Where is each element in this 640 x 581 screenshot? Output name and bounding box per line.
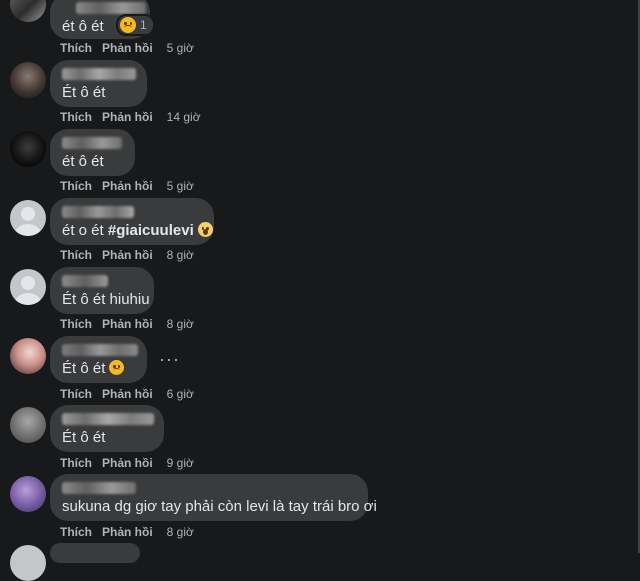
comment-actions: Thích Phản hồi 5 giờ — [60, 179, 204, 193]
comment-item: sukuna dg giơ tay phải còn levi là tay t… — [0, 474, 640, 543]
comment-text: ét o ét #giaicuulevi — [62, 221, 213, 241]
comment-text: sukuna dg giơ tay phải còn levi là tay t… — [62, 498, 377, 515]
avatar[interactable] — [10, 0, 46, 22]
comment-bubble: sukuna dg giơ tay phải còn levi là tay t… — [50, 474, 377, 521]
reply-button[interactable]: Phản hồi — [102, 525, 153, 539]
like-button[interactable]: Thích — [60, 317, 92, 331]
author-name-blurred[interactable] — [62, 68, 136, 80]
author-name-blurred[interactable] — [62, 275, 108, 287]
comment-actions: Thích Phản hồi 8 giờ — [60, 525, 204, 539]
avatar[interactable] — [10, 62, 46, 98]
comment-item — [0, 543, 640, 581]
timestamp[interactable]: 8 giờ — [167, 317, 194, 331]
reaction-count: 1 — [140, 18, 147, 32]
timestamp[interactable]: 8 giờ — [167, 525, 194, 539]
comment-text: Ét ô ét — [62, 359, 135, 379]
reply-button[interactable]: Phản hồi — [102, 317, 153, 331]
reply-button[interactable]: Phản hồi — [102, 41, 153, 55]
author-name-blurred[interactable] — [62, 137, 122, 149]
default-avatar-icon — [15, 276, 41, 305]
timestamp[interactable]: 6 giờ — [167, 387, 194, 401]
like-button[interactable]: Thích — [60, 456, 92, 470]
comment-text: ét ô ét — [62, 153, 104, 170]
sad-face-icon — [120, 17, 136, 33]
comment-item: ét ô ét Thích Phản hồi 5 giờ — [0, 129, 640, 198]
like-button[interactable]: Thích — [60, 179, 92, 193]
comment-item: Ét ô ét ··· Thích Phản hồi 6 giờ — [0, 336, 640, 405]
comment-actions: Thích Phản hồi 14 giờ — [60, 110, 211, 124]
comment-bubble: Ét ô ét hiuhiu — [50, 267, 154, 314]
timestamp[interactable]: 5 giờ — [167, 179, 194, 193]
avatar[interactable] — [10, 545, 46, 581]
comment-bubble: ét ô ét — [50, 129, 135, 176]
comment-bubble: Ét ô ét — [50, 405, 164, 452]
comment-text: Ét ô ét — [62, 429, 106, 446]
reply-button[interactable]: Phản hồi — [102, 179, 153, 193]
hashtag-link[interactable]: #giaicuulevi — [108, 222, 194, 239]
reply-button[interactable]: Phản hồi — [102, 456, 153, 470]
reaction-badge[interactable]: 1 — [116, 14, 155, 36]
comment-text: Ét ô ét — [62, 84, 106, 101]
like-button[interactable]: Thích — [60, 41, 92, 55]
comment-item: ét o ét #giaicuulevi Thích Phản hồi 8 giờ — [0, 198, 640, 267]
default-avatar-icon — [15, 207, 41, 236]
comment-actions: Thích Phản hồi 8 giờ — [60, 317, 204, 331]
more-options-icon[interactable]: ··· — [159, 350, 180, 368]
comment-text: Ét ô ét hiuhiu — [62, 291, 150, 308]
comment-item: Ét ô ét Thích Phản hồi 9 giờ — [0, 405, 640, 474]
avatar[interactable] — [10, 476, 46, 512]
comment-actions: Thích Phản hồi 8 giờ — [60, 248, 204, 262]
scream-face-icon — [197, 222, 213, 237]
like-button[interactable]: Thích — [60, 110, 92, 124]
avatar[interactable] — [10, 338, 46, 374]
timestamp[interactable]: 5 giờ — [167, 41, 194, 55]
like-button[interactable]: Thích — [60, 387, 92, 401]
avatar[interactable] — [10, 200, 46, 236]
avatar[interactable] — [10, 269, 46, 305]
author-name-blurred[interactable] — [62, 206, 134, 218]
comment-bubble: Ét ô ét — [50, 60, 147, 107]
comment-item: ét ô ét 1 Thích Phản hồi 5 giờ — [0, 0, 640, 69]
timestamp[interactable]: 14 giờ — [167, 110, 201, 124]
comment-bubble — [50, 543, 140, 563]
timestamp[interactable]: 8 giờ — [167, 248, 194, 262]
timestamp[interactable]: 9 giờ — [167, 456, 194, 470]
author-name-blurred[interactable] — [62, 413, 154, 425]
comment-actions: Thích Phản hồi 6 giờ — [60, 387, 204, 401]
comment-actions: Thích Phản hồi 5 giờ — [60, 41, 204, 55]
sad-face-icon — [109, 360, 125, 375]
author-name-blurred[interactable] — [76, 2, 146, 14]
comment-bubble: ét o ét #giaicuulevi — [50, 198, 214, 245]
comment-item: Ét ô ét Thích Phản hồi 14 giờ — [0, 60, 640, 129]
comment-bubble: Ét ô ét — [50, 336, 147, 383]
reply-button[interactable]: Phản hồi — [102, 387, 153, 401]
author-name-blurred[interactable] — [62, 344, 138, 356]
reply-button[interactable]: Phản hồi — [102, 248, 153, 262]
avatar[interactable] — [10, 131, 46, 167]
comment-item: Ét ô ét hiuhiu Thích Phản hồi 8 giờ — [0, 267, 640, 336]
like-button[interactable]: Thích — [60, 525, 92, 539]
author-name-blurred[interactable] — [62, 482, 136, 494]
comment-actions: Thích Phản hồi 9 giờ — [60, 456, 204, 470]
avatar[interactable] — [10, 407, 46, 443]
reply-button[interactable]: Phản hồi — [102, 110, 153, 124]
like-button[interactable]: Thích — [60, 248, 92, 262]
